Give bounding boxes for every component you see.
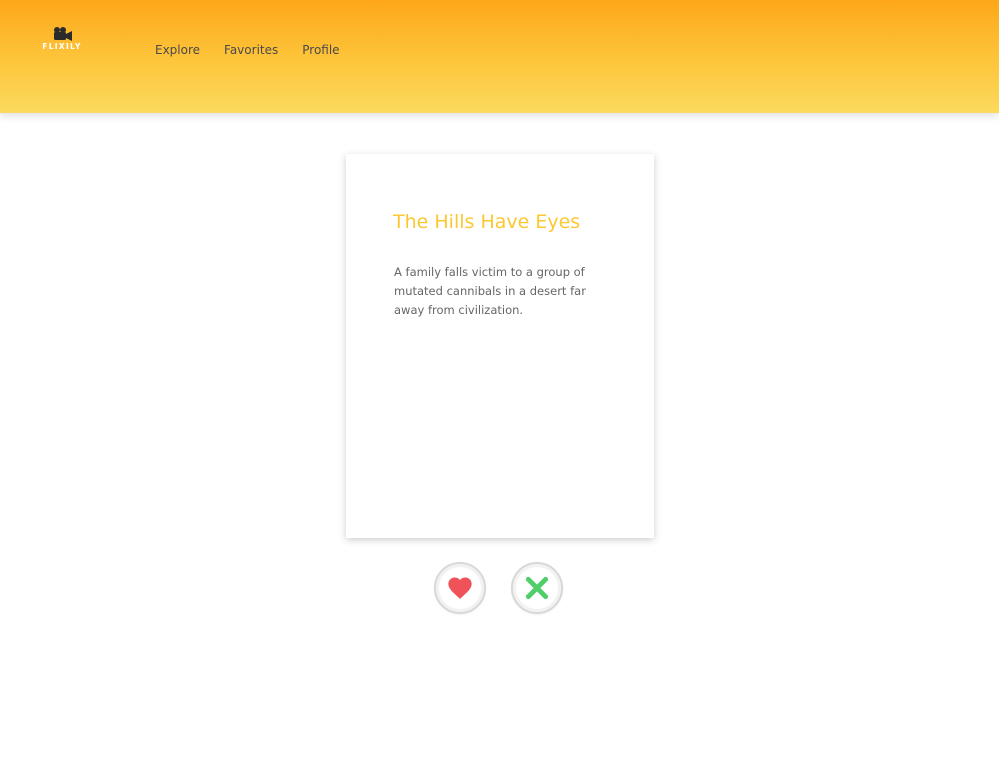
dislike-button[interactable] — [511, 562, 563, 614]
movie-camera-icon — [54, 27, 72, 41]
nav-explore[interactable]: Explore — [155, 42, 200, 58]
brand-logo[interactable]: FLIXILY — [38, 26, 86, 54]
movie-description: A family falls victim to a group of muta… — [394, 265, 586, 317]
movie-title: The Hills Have Eyes — [393, 211, 581, 233]
like-button[interactable] — [434, 562, 486, 614]
nav-profile[interactable]: Profile — [302, 42, 339, 58]
nav-favorites[interactable]: Favorites — [224, 42, 278, 58]
main-nav: Explore Favorites Profile — [155, 42, 340, 58]
logo-text: FLIXILY — [42, 42, 82, 51]
top-header: FLIXILY Explore Favorites Profile — [0, 0, 999, 113]
movie-card: The Hills Have Eyes A family falls victi… — [346, 154, 654, 538]
close-icon — [525, 576, 549, 600]
heart-icon — [448, 577, 472, 599]
